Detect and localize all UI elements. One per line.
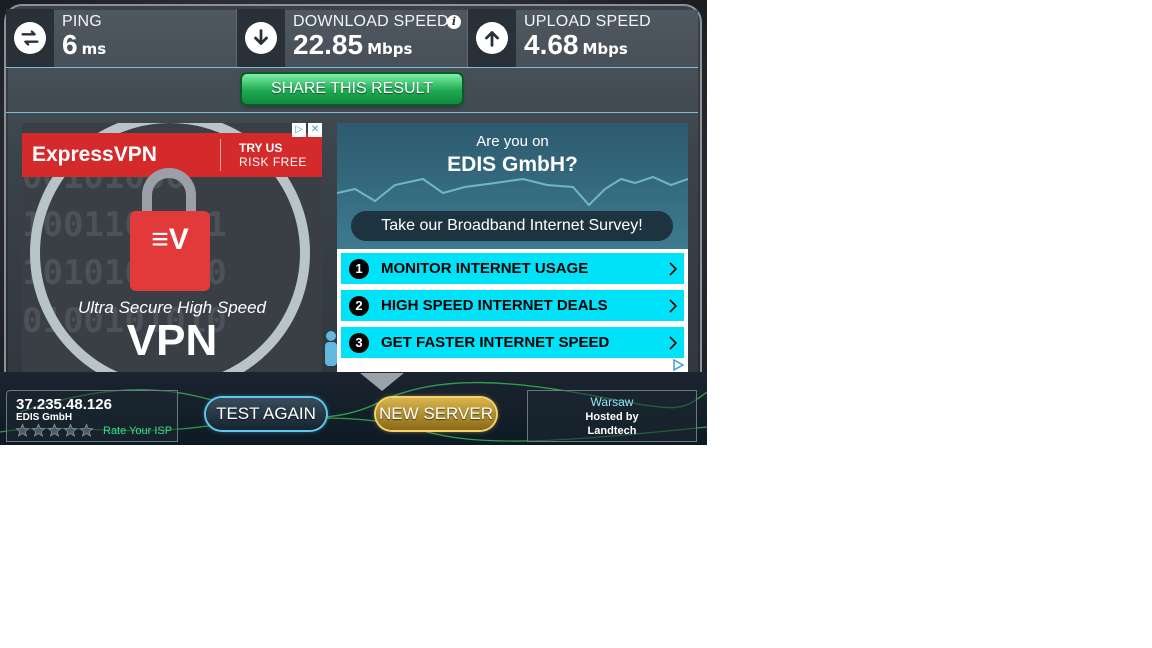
download-stat: DOWNLOAD SPEED 22.85 Mbps i	[237, 9, 468, 67]
isp-rating-stars[interactable]	[15, 423, 94, 438]
star-icon[interactable]	[15, 423, 30, 438]
rate-isp-link[interactable]: Rate Your ISP	[103, 425, 172, 437]
isp-name: EDIS GmbH	[16, 412, 73, 423]
star-icon[interactable]	[79, 423, 94, 438]
vpn-headline: VPN	[126, 316, 218, 365]
survey-item-number: 1	[349, 258, 369, 279]
survey-header: Are you on EDIS GmbH? Take our Broadband…	[337, 123, 688, 249]
bottom-bar: 37.235.48.126 EDIS GmbH Rate Your ISP TE…	[6, 390, 698, 442]
upload-unit: Mbps	[582, 40, 628, 58]
star-icon[interactable]	[47, 423, 62, 438]
download-unit: Mbps	[367, 40, 413, 58]
chevron-right-icon	[669, 335, 678, 350]
server-info-box: Warsaw Hosted by Landtech	[527, 390, 697, 442]
download-icon-box	[237, 9, 285, 67]
arrow-up-icon	[476, 22, 508, 54]
ping-icon-box	[6, 9, 54, 67]
vpn-ad[interactable]: 00101000 1001101101 1010100110 010010101…	[22, 123, 322, 373]
ping-value: 6	[62, 29, 78, 60]
survey-item-label: GET FASTER INTERNET SPEED	[381, 334, 610, 351]
person-figure-icon	[325, 331, 337, 366]
upload-value: 4.68	[524, 29, 579, 60]
upload-stat: UPLOAD SPEED 4.68 Mbps	[468, 9, 698, 67]
arrow-down-icon	[245, 22, 277, 54]
survey-item-number: 2	[349, 295, 369, 316]
vpn-lock-glyph: ≡V	[151, 223, 189, 256]
survey-item-number: 3	[349, 332, 369, 353]
vpn-tagline: Ultra Secure High Speed	[77, 298, 267, 317]
info-icon[interactable]: i	[447, 15, 461, 29]
star-icon[interactable]	[63, 423, 78, 438]
survey-question-line1: Are you on	[476, 133, 549, 150]
speedtest-app: PING 6 ms DOWNLOAD SPEED 22.85 Mbps i UP…	[0, 0, 707, 445]
share-row: SHARE THIS RESULT	[6, 68, 698, 113]
server-city: Warsaw	[590, 395, 634, 409]
survey-cta-button[interactable]: Take our Broadband Internet Survey!	[351, 211, 673, 241]
vpn-try-line1: TRY US	[239, 141, 283, 155]
expressvpn-logo: ExpressVPN	[32, 143, 157, 166]
test-again-button[interactable]: TEST AGAIN	[206, 398, 326, 430]
share-result-button[interactable]: SHARE THIS RESULT	[242, 74, 462, 104]
vpn-try-line2: RISK FREE	[239, 155, 307, 169]
survey-item-monitor[interactable]: 1 MONITOR INTERNET USAGE	[341, 253, 684, 284]
server-host: Landtech	[587, 425, 637, 437]
ip-address: 37.235.48.126	[16, 396, 112, 413]
download-text: DOWNLOAD SPEED 22.85 Mbps	[285, 9, 449, 59]
hosted-by-label: Hosted by	[585, 411, 639, 423]
adchoices-icon[interactable]: ▷	[292, 123, 306, 137]
close-ad-icon[interactable]: ✕	[308, 123, 322, 137]
survey-ad[interactable]: Are you on EDIS GmbH? Take our Broadband…	[337, 123, 688, 373]
swap-arrows-icon	[14, 22, 46, 54]
survey-item-deals[interactable]: 2 HIGH SPEED INTERNET DEALS	[341, 290, 684, 321]
chevron-right-icon	[669, 298, 678, 313]
survey-item-label: HIGH SPEED INTERNET DEALS	[381, 297, 608, 314]
ip-info-box: 37.235.48.126 EDIS GmbH Rate Your ISP	[6, 390, 178, 442]
download-value: 22.85	[293, 29, 364, 60]
new-server-button[interactable]: NEW SERVER	[376, 398, 496, 430]
ping-stat: PING 6 ms	[6, 9, 237, 67]
vpn-divider	[220, 139, 221, 171]
survey-item-faster[interactable]: 3 GET FASTER INTERNET SPEED	[341, 327, 684, 358]
vpn-try-text: TRY US RISK FREE	[239, 141, 307, 169]
upload-text: UPLOAD SPEED 4.68 Mbps	[516, 9, 651, 59]
pointer-triangle	[360, 373, 404, 391]
ping-text: PING 6 ms	[54, 9, 106, 59]
survey-item-label: MONITOR INTERNET USAGE	[381, 260, 589, 277]
star-icon[interactable]	[31, 423, 46, 438]
chevron-right-icon	[669, 261, 678, 276]
survey-list: 1 MONITOR INTERNET USAGE 2 HIGH SPEED IN…	[337, 249, 688, 373]
adchoices-icon[interactable]	[672, 359, 684, 371]
stats-row: PING 6 ms DOWNLOAD SPEED 22.85 Mbps i UP…	[6, 9, 698, 68]
upload-icon-box	[468, 9, 516, 67]
ping-unit: ms	[81, 40, 107, 58]
